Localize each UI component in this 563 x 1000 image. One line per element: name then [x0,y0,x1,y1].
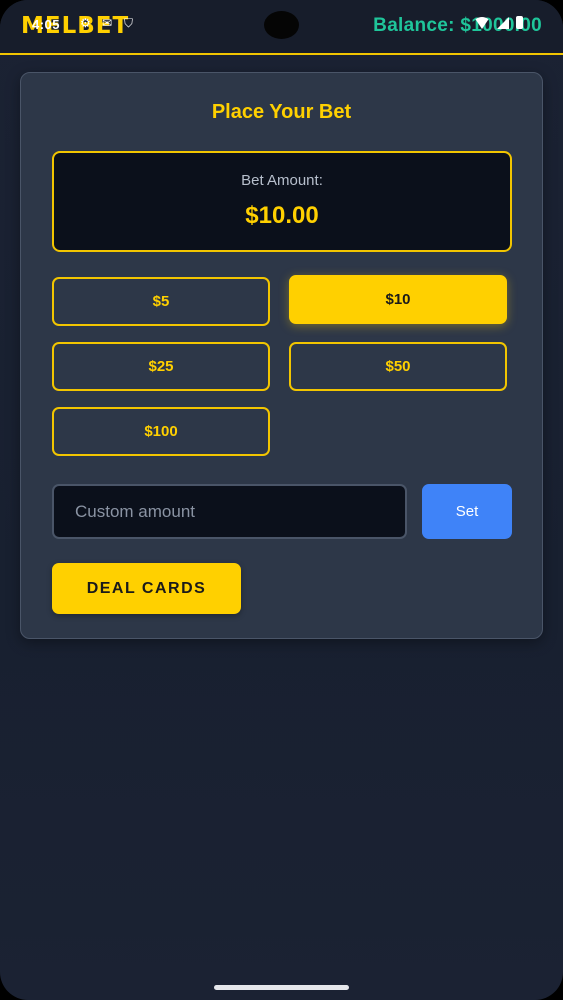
chip-button-5[interactable]: $5 [52,277,270,326]
status-time: 4:05 [32,17,61,32]
camera-cutout [264,11,299,39]
bet-panel: Place Your Bet Bet Amount: $10.00 $5 $10… [20,72,543,639]
gear-icon: ⚙ [80,16,91,30]
chip-button-100[interactable]: $100 [52,407,270,456]
bet-amount-label: Bet Amount: [241,172,323,189]
custom-amount-input[interactable] [52,484,407,539]
wifi-icon [474,16,490,29]
bet-amount-box: Bet Amount: $10.00 [52,151,512,252]
home-indicator[interactable] [214,985,349,990]
shield-icon: ⛉ [124,16,134,30]
mail-icon: ✉ [102,16,113,30]
app-header: MELBET 4:05 ⚙ ✉ ⛉ Balance: $1000.00 [0,0,563,55]
chip-button-25[interactable]: $25 [52,342,270,391]
status-icons-left: ⚙ ✉ ⛉ [80,17,136,29]
status-icons-right [474,16,523,29]
set-button[interactable]: Set [422,484,512,539]
bet-amount-value: $10.00 [245,202,319,229]
signal-icon [497,16,509,29]
chip-button-50[interactable]: $50 [289,342,507,391]
deal-cards-button[interactable]: DEAL CARDS [52,563,241,614]
chip-button-10[interactable]: $10 [289,275,507,324]
panel-title: Place Your Bet [211,101,352,123]
app-screen: MELBET 4:05 ⚙ ✉ ⛉ Balance: $1000.00 Plac… [0,0,563,1000]
battery-icon [516,16,523,29]
